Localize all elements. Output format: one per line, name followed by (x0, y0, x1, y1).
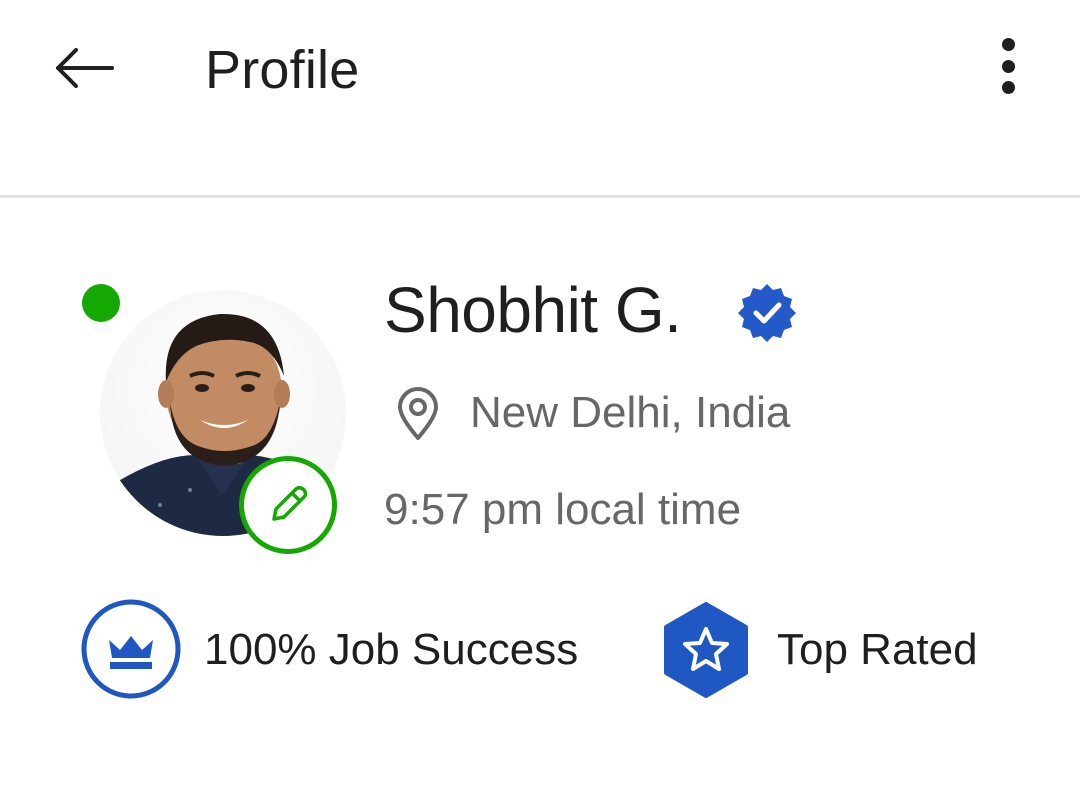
job-success-label: 100% Job Success (204, 625, 579, 674)
more-vertical-icon-dot (1001, 81, 1015, 94)
top-rated-label: Top Rated (777, 625, 978, 674)
local-time-text: 9:57 pm local time (384, 485, 742, 534)
location-text: New Delhi, India (470, 388, 791, 437)
profile-name: Shobhit G. (384, 274, 682, 346)
online-status-indicator (82, 284, 120, 322)
more-vertical-icon-dot (1001, 59, 1015, 73)
map-pin-icon (398, 387, 438, 440)
location-row: New Delhi, India (394, 382, 790, 444)
more-vertical-icon (1001, 38, 1015, 51)
arrow-left-icon (56, 48, 114, 88)
back-button[interactable] (48, 36, 120, 100)
edit-photo-button[interactable] (239, 456, 337, 554)
page-title: Profile (205, 40, 360, 100)
verified-badge-icon (738, 284, 796, 342)
top-app-bar: Profile (0, 0, 1080, 198)
pencil-icon (272, 485, 308, 521)
star-hexagon-icon (664, 602, 748, 698)
more-options-button[interactable] (984, 34, 1032, 98)
crown-icon (81, 599, 181, 699)
